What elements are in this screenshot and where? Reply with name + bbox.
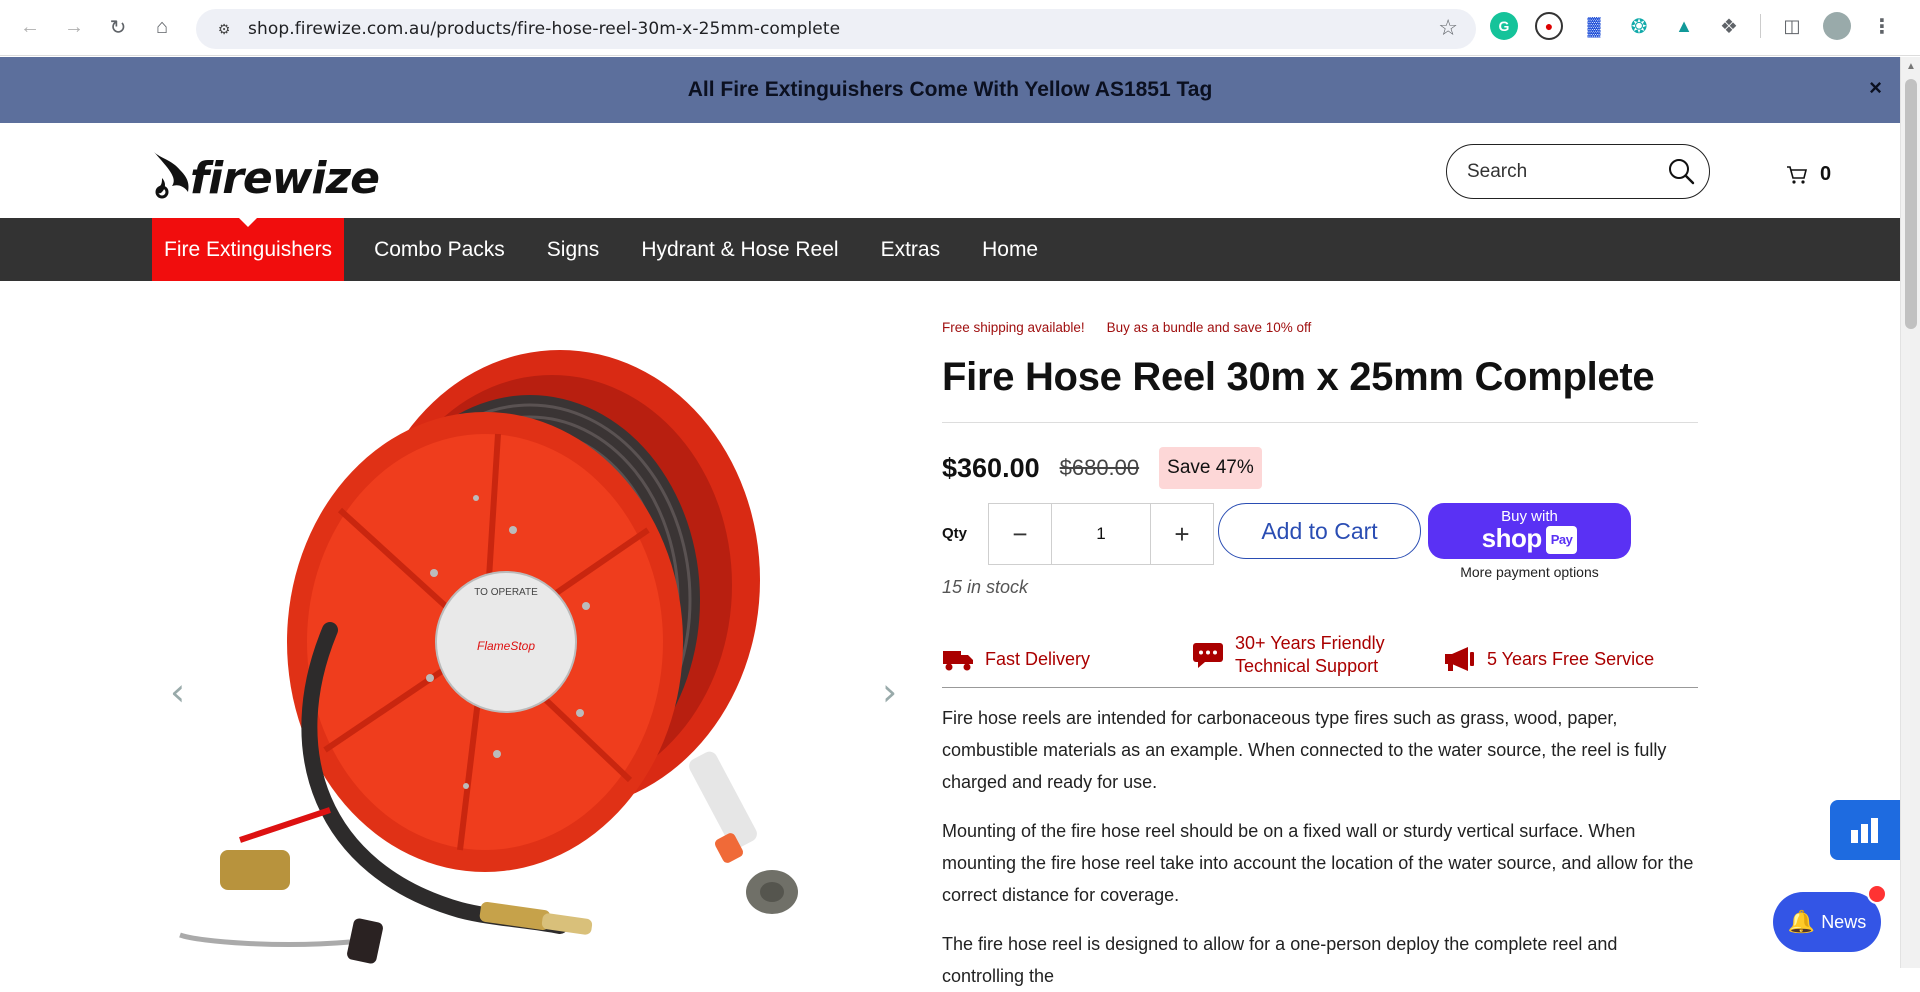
home-icon[interactable]: ⌂: [142, 8, 182, 48]
feature-text-line2: Technical Support: [1235, 656, 1379, 676]
side-panel-icon[interactable]: ◫: [1778, 12, 1806, 40]
grammarly-extension-icon[interactable]: G: [1490, 12, 1518, 40]
announcement-bar: All Fire Extinguishers Come With Yellow …: [0, 57, 1900, 123]
address-bar[interactable]: ⚙ shop.firewize.com.au/products/fire-hos…: [196, 9, 1476, 49]
gallery-prev-icon[interactable]: ‹: [170, 670, 185, 714]
product-image: TO OPERATE FlameStop: [179, 350, 798, 964]
scroll-up-icon[interactable]: ▲: [1906, 61, 1916, 72]
news-widget-button[interactable]: 🔔 News: [1773, 884, 1887, 952]
shop-pay-tag: Pay: [1545, 526, 1578, 555]
nav-item-fire-extinguishers[interactable]: Fire Extinguishers: [152, 218, 345, 281]
forward-arrow-icon[interactable]: →: [54, 8, 94, 48]
toolbar-separator: [1760, 14, 1761, 38]
quantity-input[interactable]: 1: [1051, 504, 1151, 564]
feature-text: 30+ Years Friendly Technical Support: [1235, 632, 1385, 678]
dino-extension-icon[interactable]: ▲: [1670, 12, 1698, 40]
news-label: News: [1821, 911, 1867, 932]
browser-menu-icon[interactable]: ⋮: [1868, 12, 1896, 40]
feature-technical-support: 30+ Years Friendly Technical Support: [1192, 632, 1385, 678]
shop-pay-logo-text: shop: [1481, 522, 1543, 553]
truck-icon: [943, 651, 973, 671]
promo-line: Free shipping available! Buy as a bundle…: [942, 320, 1698, 335]
chat-icon: [1193, 643, 1223, 668]
close-icon[interactable]: ×: [1869, 75, 1882, 101]
site-logo[interactable]: firewize: [150, 143, 380, 204]
profile-avatar[interactable]: [1823, 12, 1851, 40]
page-scrollbar[interactable]: ▲: [1900, 57, 1920, 968]
product-title: Fire Hose Reel 30m x 25mm Complete: [942, 355, 1655, 399]
product-gallery: TO OPERATE FlameStop ‹ ›: [160, 330, 920, 968]
gallery-next-icon[interactable]: ›: [882, 670, 897, 714]
nav-item-hydrant-hose-reel[interactable]: Hydrant & Hose Reel: [629, 218, 850, 281]
bar-chart-icon: [1851, 818, 1878, 843]
search-placeholder: Search: [1467, 160, 1528, 182]
feature-fast-delivery: Fast Delivery: [942, 646, 1090, 672]
quantity-stepper: − 1 +: [988, 503, 1214, 565]
nav-item-combo-packs[interactable]: Combo Packs: [362, 218, 517, 281]
bookmark-star-icon[interactable]: ☆: [1438, 15, 1458, 41]
sale-price: $360.00: [942, 452, 1040, 483]
nav-item-signs[interactable]: Signs: [535, 218, 612, 281]
globe-extension-icon[interactable]: ❂: [1625, 12, 1653, 40]
megaphone-icon: [1445, 647, 1474, 671]
plus-icon[interactable]: +: [1151, 504, 1213, 564]
bell-icon: 🔔: [1787, 909, 1816, 934]
qty-label: Qty: [942, 525, 968, 542]
pokeball-extension-icon[interactable]: ●: [1535, 12, 1563, 40]
cart-icon: [1787, 165, 1808, 184]
logo-wordmark: firewize: [190, 153, 380, 204]
image-brand-text: FlameStop: [477, 639, 535, 653]
feature-text: Fast Delivery: [985, 648, 1091, 669]
extensions-puzzle-icon[interactable]: ❖: [1715, 12, 1743, 40]
description-paragraph: The fire hose reel is designed to allow …: [942, 934, 1618, 986]
promo-bundle: Buy as a bundle and save 10% off: [1106, 320, 1312, 335]
description-paragraph: Fire hose reels are intended for carbona…: [942, 708, 1667, 792]
divider: [942, 422, 1698, 423]
analytics-widget-button[interactable]: [1830, 800, 1900, 860]
purchase-row: Qty − 1 + Add to Cart Buy with shop Pay M…: [942, 503, 1698, 583]
feature-text-line1: 30+ Years Friendly: [1235, 633, 1385, 653]
more-payment-options-link[interactable]: More payment options: [1428, 564, 1631, 580]
search-icon[interactable]: [1667, 157, 1695, 185]
save-badge: Save 47%: [1159, 447, 1262, 489]
feature-text: 5 Years Free Service: [1487, 648, 1655, 669]
url-text[interactable]: shop.firewize.com.au/products/fire-hose-…: [248, 19, 840, 39]
site-info-icon[interactable]: ⚙: [212, 17, 236, 41]
browser-toolbar: ← → ↻ ⌂ ⚙ shop.firewize.com.au/products/…: [0, 0, 1920, 56]
extensions-area: G ● ▓ ❂ ▲ ❖ ◫ ⋮: [1490, 12, 1913, 40]
description-paragraph: Mounting of the fire hose reel should be…: [942, 821, 1694, 905]
add-to-cart-button[interactable]: Add to Cart: [1218, 503, 1421, 559]
announcement-text: All Fire Extinguishers Come With Yellow …: [687, 78, 1213, 101]
shop-pay-button[interactable]: Buy with shop Pay: [1428, 503, 1631, 559]
cart-button[interactable]: 0: [1786, 163, 1831, 186]
site-header: firewize Search 0: [0, 123, 1900, 219]
back-arrow-icon[interactable]: ←: [10, 8, 50, 48]
reload-icon[interactable]: ↻: [98, 8, 138, 48]
notification-dot: [1867, 884, 1887, 904]
promo-free-shipping: Free shipping available!: [942, 320, 1085, 335]
nav-item-extras[interactable]: Extras: [869, 218, 953, 281]
cart-count: 0: [1820, 163, 1832, 185]
feature-strip: Fast Delivery 30+ Years Friendly Technica…: [942, 632, 1698, 688]
compare-price: $680.00: [1059, 455, 1140, 480]
feature-free-service: 5 Years Free Service: [1444, 646, 1654, 672]
image-label-text: TO OPERATE: [474, 587, 538, 598]
main-navigation: Fire Extinguishers Combo Packs Signs Hyd…: [0, 218, 1900, 281]
price-row: $360.00 $680.00 Save 47%: [942, 447, 1698, 489]
nav-item-home[interactable]: Home: [970, 218, 1050, 281]
search-input[interactable]: Search: [1446, 144, 1710, 199]
product-description: Fire hose reels are intended for carbona…: [942, 702, 1698, 992]
scrollbar-thumb[interactable]: [1905, 79, 1917, 329]
analytics-extension-icon[interactable]: ▓: [1580, 12, 1608, 40]
product-info: Free shipping available! Buy as a bundle…: [942, 320, 1698, 992]
minus-icon[interactable]: −: [989, 504, 1051, 564]
